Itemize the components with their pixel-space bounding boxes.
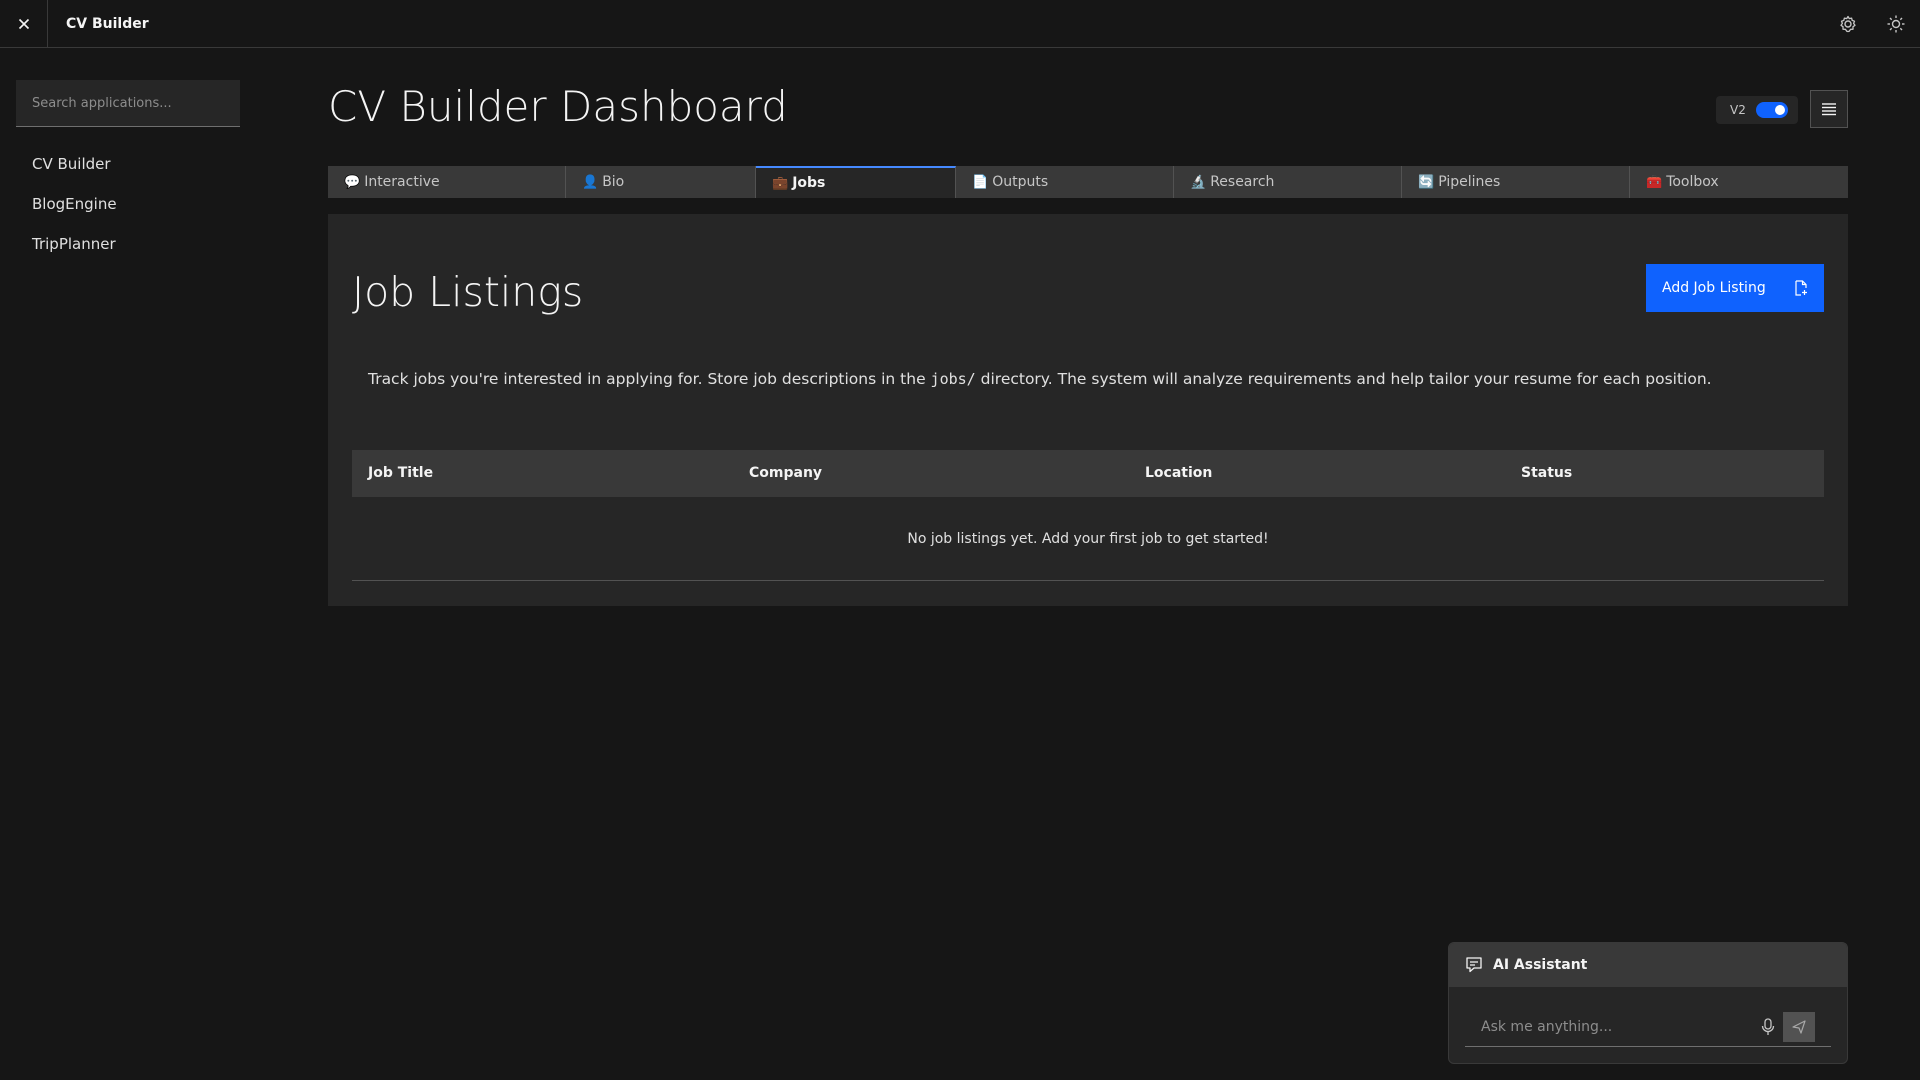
speech-bubble-icon: 💬: [344, 174, 361, 190]
add-job-listing-button[interactable]: Add Job Listing: [1646, 264, 1824, 312]
sidebar-item-blogengine[interactable]: BlogEngine: [0, 184, 256, 224]
directory-code: jobs/: [930, 370, 976, 388]
tab-label: Pipelines: [1438, 174, 1501, 190]
microscope-icon: 🔬: [1190, 174, 1207, 190]
chat-icon: [1466, 957, 1482, 973]
page-title: CV Builder Dashboard: [328, 82, 788, 131]
job-listings-panel: Job Listings Add Job Listing Track jobs …: [328, 214, 1848, 606]
column-header-job-title[interactable]: Job Title: [368, 465, 433, 481]
column-header-status[interactable]: Status: [1521, 465, 1572, 481]
version-label: V2: [1730, 103, 1746, 117]
version-toggle[interactable]: V2: [1716, 96, 1798, 124]
assistant-input-row: [1465, 1007, 1831, 1047]
tab-label: Jobs: [792, 175, 826, 191]
search-input[interactable]: [16, 80, 240, 127]
column-header-company[interactable]: Company: [749, 465, 822, 481]
gear-icon: [1840, 15, 1856, 32]
ai-assistant-widget: AI Assistant: [1448, 942, 1848, 1064]
assistant-header[interactable]: AI Assistant: [1449, 943, 1847, 987]
assistant-input[interactable]: [1465, 1018, 1753, 1035]
tab-label: Bio: [602, 174, 625, 190]
section-title: Job Listings: [352, 268, 584, 316]
version-switch[interactable]: [1755, 102, 1788, 118]
close-button[interactable]: [0, 0, 48, 47]
microphone-button[interactable]: [1753, 1017, 1783, 1036]
tab-pipelines[interactable]: 🔄 Pipelines: [1402, 166, 1630, 198]
empty-state-message: No job listings yet. Add your first job …: [352, 497, 1824, 581]
tab-jobs[interactable]: 💼 Jobs: [756, 166, 956, 198]
sidebar-app-list: CV Builder BlogEngine TripPlanner: [0, 144, 256, 264]
menu-button[interactable]: [1810, 90, 1848, 128]
send-button[interactable]: [1783, 1011, 1815, 1042]
person-icon: 👤: [582, 174, 599, 190]
column-header-location[interactable]: Location: [1145, 465, 1212, 481]
top-bar: CV Builder: [0, 0, 1920, 48]
sun-icon: [1887, 15, 1905, 32]
microphone-icon: [1761, 1017, 1775, 1035]
section-description: Track jobs you're interested in applying…: [368, 370, 1712, 388]
table-header: Job Title Company Location Status: [352, 450, 1824, 497]
theme-toggle-button[interactable]: [1872, 0, 1920, 47]
send-icon: [1792, 1019, 1806, 1034]
document-icon: 📄: [972, 174, 989, 190]
toolbox-icon: 🧰: [1646, 174, 1663, 190]
sidebar: CV Builder BlogEngine TripPlanner: [0, 48, 256, 1080]
hamburger-icon: [1822, 103, 1836, 116]
tab-label: Interactive: [364, 174, 440, 190]
tab-research[interactable]: 🔬 Research: [1174, 166, 1402, 198]
tab-outputs[interactable]: 📄 Outputs: [956, 166, 1174, 198]
sidebar-item-cv-builder[interactable]: CV Builder: [0, 144, 256, 184]
app-title: CV Builder: [66, 15, 149, 32]
assistant-title: AI Assistant: [1493, 957, 1588, 973]
button-label: Add Job Listing: [1662, 280, 1766, 296]
settings-button[interactable]: [1824, 0, 1872, 47]
job-listings-table: Job Title Company Location Status No job…: [352, 450, 1824, 581]
header-actions: [1824, 0, 1920, 47]
tab-label: Outputs: [992, 174, 1049, 190]
tab-bar: 💬 Interactive 👤 Bio 💼 Jobs 📄 Outputs 🔬 R…: [328, 166, 1848, 198]
add-document-icon: [1795, 280, 1807, 296]
briefcase-icon: 💼: [772, 175, 789, 191]
close-icon: [18, 18, 29, 29]
tab-bio[interactable]: 👤 Bio: [566, 166, 756, 198]
tab-label: Toolbox: [1666, 174, 1719, 190]
sidebar-item-tripplanner[interactable]: TripPlanner: [0, 224, 256, 264]
tab-interactive[interactable]: 💬 Interactive: [328, 166, 566, 198]
refresh-icon: 🔄: [1418, 174, 1435, 190]
tab-label: Research: [1210, 174, 1275, 190]
tab-toolbox[interactable]: 🧰 Toolbox: [1630, 166, 1848, 198]
